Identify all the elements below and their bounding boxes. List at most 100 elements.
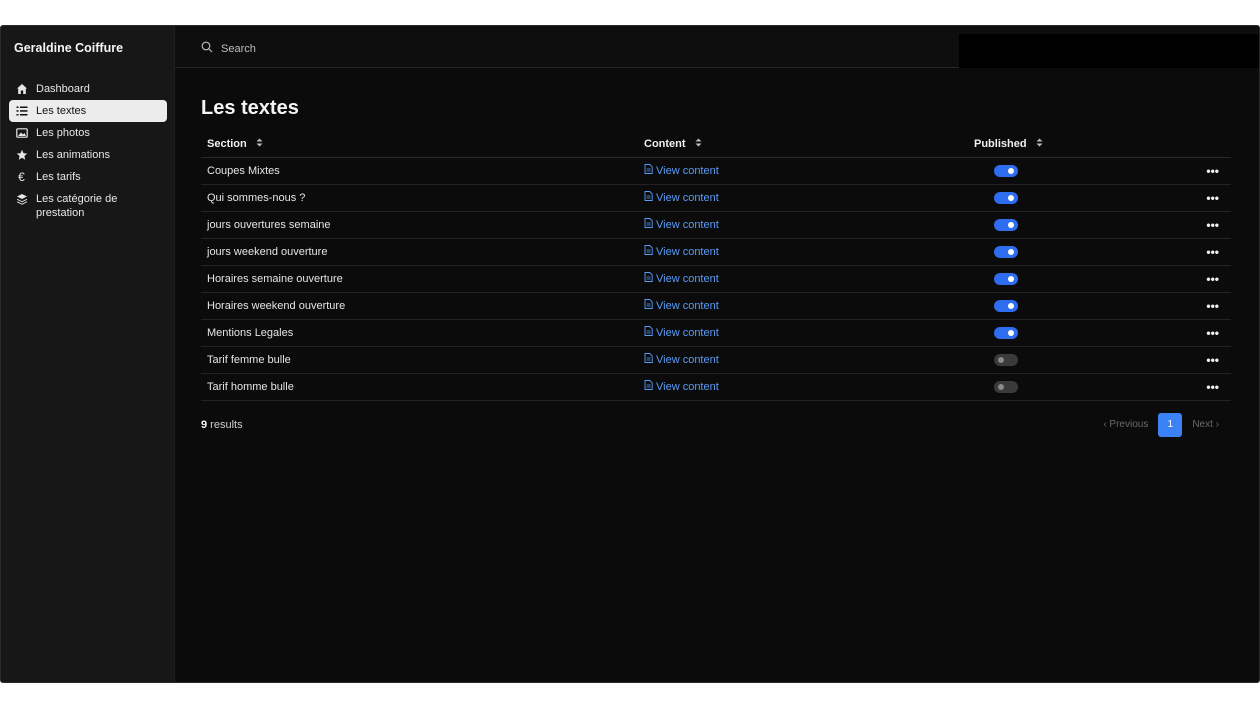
toggle-knob (1008, 221, 1014, 228)
view-content-link[interactable]: View content (644, 191, 719, 204)
results-count: 9 results (201, 419, 243, 431)
table-row: Qui sommes-nous ? View content ••• (201, 184, 1231, 212)
section-cell: Horaires semaine ouverture (201, 265, 638, 293)
sidebar-item-les-textes[interactable]: Les textes (9, 100, 167, 122)
row-actions-button[interactable]: ••• (1148, 373, 1231, 401)
sort-icon (256, 138, 263, 150)
published-toggle[interactable] (994, 164, 1018, 177)
toggle-knob (1008, 194, 1014, 201)
section-cell: Horaires weekend ouverture (201, 292, 638, 320)
sort-icon (695, 138, 702, 150)
table-row: Mentions Legales View content ••• (201, 319, 1231, 347)
page-1-button[interactable]: 1 (1158, 412, 1183, 437)
photo-icon (15, 126, 28, 140)
view-content-label: View content (656, 326, 719, 339)
column-header-section[interactable]: Section (201, 131, 638, 158)
sidebar-item-label: Les catégorie de prestation (36, 193, 118, 219)
section-cell: Coupes Mixtes (201, 157, 638, 185)
row-actions-button[interactable]: ••• (1148, 292, 1231, 320)
view-content-label: View content (656, 380, 719, 393)
view-content-link[interactable]: View content (644, 353, 719, 366)
view-content-label: View content (656, 299, 719, 312)
topbar (175, 26, 1259, 68)
published-cell (968, 211, 1148, 239)
view-content-link[interactable]: View content (644, 380, 719, 393)
published-toggle[interactable] (994, 191, 1018, 204)
document-icon (644, 272, 653, 285)
document-icon (644, 245, 653, 258)
toggle-knob (1008, 302, 1014, 309)
euro-icon: € (18, 170, 25, 184)
toggle-knob (1008, 329, 1014, 336)
published-toggle[interactable] (994, 218, 1018, 231)
sidebar-item-les-tarifs[interactable]: € Les tarifs (9, 166, 167, 188)
published-cell (968, 319, 1148, 347)
content-cell: View content (638, 292, 968, 320)
published-cell (968, 265, 1148, 293)
published-toggle[interactable] (994, 299, 1018, 312)
table-header-row: Section Content Published (201, 131, 1231, 158)
view-content-link[interactable]: View content (644, 272, 719, 285)
row-actions-button[interactable]: ••• (1148, 265, 1231, 293)
next-page-button[interactable]: Next › (1192, 419, 1219, 430)
view-content-link[interactable]: View content (644, 218, 719, 231)
sidebar-item-dashboard[interactable]: Dashboard (9, 78, 167, 100)
star-icon (15, 148, 28, 162)
toggle-knob (1008, 275, 1014, 282)
view-content-link[interactable]: View content (644, 326, 719, 339)
next-label: Next (1192, 419, 1213, 430)
published-toggle[interactable] (994, 326, 1018, 339)
view-content-label: View content (656, 164, 719, 177)
section-cell: Mentions Legales (201, 319, 638, 347)
layers-icon (15, 192, 28, 206)
sidebar-item-les-categorie-de-prestation[interactable]: Les catégorie de prestation (9, 188, 167, 224)
row-actions-button[interactable]: ••• (1148, 238, 1231, 266)
view-content-label: View content (656, 218, 719, 231)
column-header-label: Section (207, 137, 247, 150)
published-toggle[interactable] (994, 272, 1018, 285)
column-header-label: Published (974, 137, 1027, 150)
section-cell: Qui sommes-nous ? (201, 184, 638, 212)
published-toggle[interactable] (994, 353, 1018, 366)
previous-label: Previous (1109, 419, 1149, 430)
sidebar-item-les-animations[interactable]: Les animations (9, 144, 167, 166)
redacted-area (959, 34, 1259, 68)
table-row: Coupes Mixtes View content ••• (201, 157, 1231, 185)
view-content-link[interactable]: View content (644, 164, 719, 177)
document-icon (644, 218, 653, 231)
published-cell (968, 346, 1148, 374)
table-body: Coupes Mixtes View content ••• Qui sommes-n… (201, 157, 1231, 401)
document-icon (644, 191, 653, 204)
search-input[interactable] (221, 43, 421, 55)
list-icon (15, 104, 28, 118)
content-cell: View content (638, 319, 968, 347)
pagination: ‹ Previous 1 Next › (1103, 412, 1219, 437)
texts-table: Section Content Published Coupes Mixtes … (201, 131, 1231, 401)
published-toggle[interactable] (994, 380, 1018, 393)
published-cell (968, 373, 1148, 401)
content-cell: View content (638, 346, 968, 374)
table-row: Horaires weekend ouverture View content ••… (201, 292, 1231, 320)
column-header-published[interactable]: Published (968, 131, 1148, 158)
content-cell: View content (638, 157, 968, 185)
previous-page-button[interactable]: ‹ Previous (1103, 419, 1148, 430)
toggle-knob (998, 356, 1004, 363)
row-actions-button[interactable]: ••• (1148, 211, 1231, 239)
view-content-link[interactable]: View content (644, 245, 719, 258)
published-toggle[interactable] (994, 245, 1018, 258)
row-actions-button[interactable]: ••• (1148, 319, 1231, 347)
view-content-link[interactable]: View content (644, 299, 719, 312)
column-header-content[interactable]: Content (638, 131, 968, 158)
row-actions-button[interactable]: ••• (1148, 184, 1231, 212)
main-content: Les textes Section Content Published Cou… (201, 68, 1231, 441)
document-icon (644, 164, 653, 177)
content-cell: View content (638, 211, 968, 239)
row-actions-button[interactable]: ••• (1148, 346, 1231, 374)
sidebar-item-label: Les animations (36, 149, 110, 161)
column-header-actions (1148, 131, 1231, 158)
sidebar-item-les-photos[interactable]: Les photos (9, 122, 167, 144)
table-row: Tarif femme bulle View content ••• (201, 346, 1231, 374)
sidebar-item-label: Les tarifs (36, 171, 81, 183)
row-actions-button[interactable]: ••• (1148, 157, 1231, 185)
sidebar-item-label: Dashboard (36, 83, 90, 95)
